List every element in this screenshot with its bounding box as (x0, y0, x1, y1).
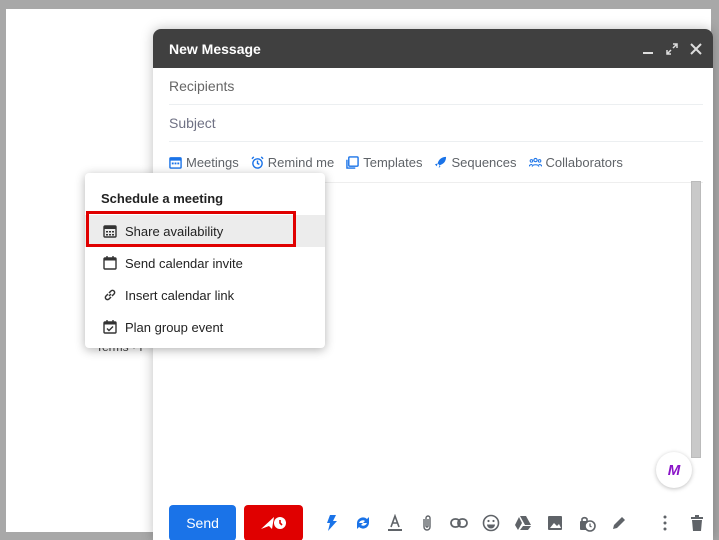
emoji-icon[interactable] (475, 514, 507, 532)
compose-header: New Message (153, 29, 713, 68)
templates-icon (346, 155, 359, 169)
rocket-icon (435, 156, 447, 168)
schedule-send-button[interactable] (244, 505, 303, 540)
link-icon (104, 289, 116, 301)
menu-item-label: Send calendar invite (125, 255, 243, 271)
menu-item-share-availability[interactable]: Share availability (85, 215, 325, 247)
schedule-meeting-menu: Schedule a meeting Share availability Se… (85, 173, 325, 348)
calendar-icon (103, 256, 117, 270)
drive-icon[interactable] (507, 514, 539, 532)
sequences-button[interactable]: Sequences (434, 154, 517, 170)
calendar-check-icon (103, 320, 117, 334)
templates-button[interactable]: Templates (346, 155, 422, 170)
more-options-icon[interactable] (649, 514, 681, 532)
menu-item-label: Plan group event (125, 319, 224, 335)
compose-bottom-toolbar: Send (153, 494, 713, 540)
text-format-icon[interactable] (379, 514, 411, 532)
photo-icon[interactable] (539, 514, 571, 532)
extension-badge[interactable]: M (656, 452, 692, 488)
calendar-icon (169, 156, 182, 169)
remind-me-label: Remind me (267, 154, 335, 170)
menu-item-label: Insert calendar link (125, 287, 235, 303)
meetings-button[interactable]: Meetings (169, 155, 239, 170)
link-icon[interactable] (443, 514, 475, 532)
lightning-icon[interactable] (315, 514, 347, 532)
menu-item-insert-calendar-link[interactable]: Insert calendar link (85, 279, 325, 311)
menu-item-label: Share availability (125, 223, 224, 239)
send-later-icon (260, 517, 286, 529)
signature-icon[interactable] (603, 514, 635, 532)
remind-me-button[interactable]: Remind me (251, 155, 334, 170)
menu-item-send-calendar-invite[interactable]: Send calendar invite (85, 247, 325, 279)
minimize-icon[interactable] (641, 42, 655, 56)
sequences-label: Sequences (451, 154, 517, 170)
body-scrollbar[interactable] (691, 181, 701, 458)
menu-item-plan-group-event[interactable]: Plan group event (85, 311, 325, 343)
calendar-grid-icon (103, 225, 117, 238)
expand-icon[interactable] (665, 42, 679, 56)
people-icon (528, 157, 542, 167)
sync-icon[interactable] (347, 514, 379, 532)
close-icon[interactable] (689, 42, 703, 56)
alarm-clock-icon (251, 155, 264, 169)
collaborators-button[interactable]: Collaborators (528, 154, 623, 170)
attach-icon[interactable] (411, 514, 443, 532)
subject-field[interactable]: Subject (169, 105, 703, 142)
confidential-icon[interactable] (571, 514, 603, 532)
recipients-field[interactable]: Recipients (169, 68, 703, 105)
collaborators-label: Collaborators (545, 154, 623, 170)
templates-label: Templates (363, 154, 423, 170)
menu-title: Schedule a meeting (101, 191, 224, 206)
trash-icon[interactable] (681, 514, 713, 532)
send-button[interactable]: Send (169, 505, 237, 540)
meetings-label: Meetings (186, 154, 239, 170)
compose-title: New Message (169, 40, 261, 57)
